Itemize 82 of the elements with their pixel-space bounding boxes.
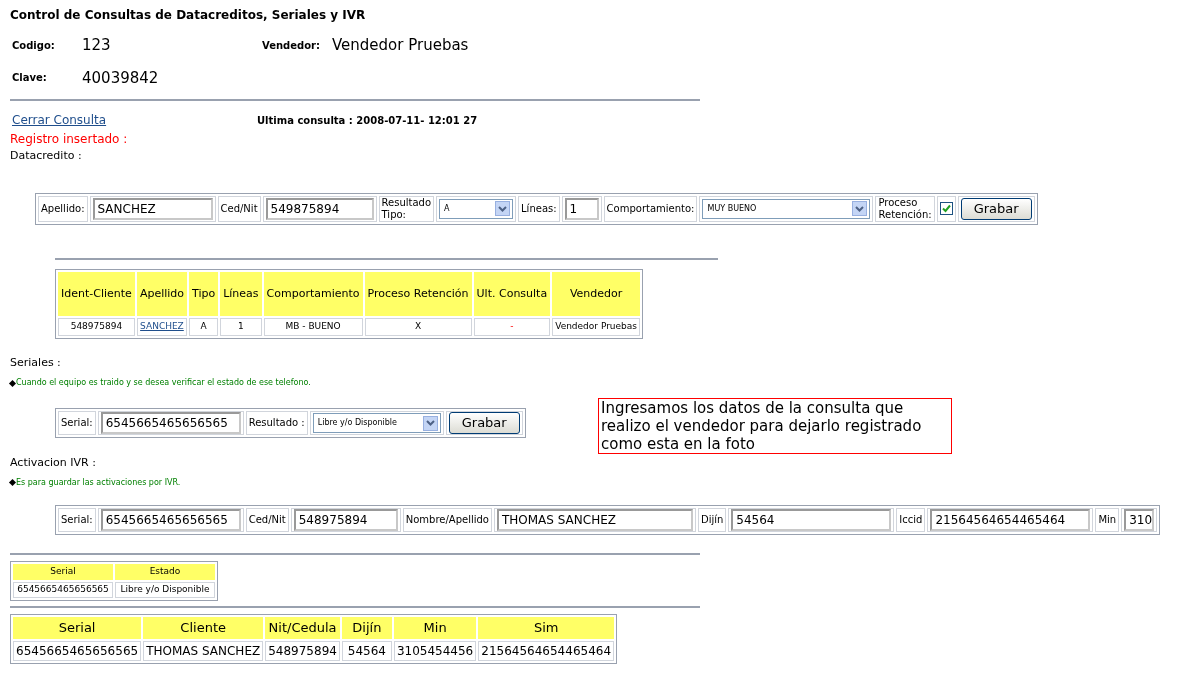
field-label: Ced/Nit xyxy=(220,202,258,215)
column-header: Serial xyxy=(13,563,113,580)
table-cell: 548975894 xyxy=(70,320,123,331)
column-header: Vendedor xyxy=(552,271,641,316)
dropdown[interactable]: MUY BUENO xyxy=(702,198,871,219)
checkbox[interactable] xyxy=(939,202,953,215)
input-field[interactable]: 548975894 xyxy=(293,508,398,531)
column-header: Líneas xyxy=(220,271,262,316)
callout-note: Ingresamos los datos de la consulta que realizo el vendedor para dejarlo registrado como esta en la foto xyxy=(598,398,952,454)
table-cell: 54564 xyxy=(347,643,386,658)
field-label: Resultado Tipo: xyxy=(381,196,432,221)
status-message: Registro insertado : xyxy=(10,131,129,148)
table-cell: 548975894 xyxy=(268,643,337,658)
field-value: Vendedor Pruebas xyxy=(332,35,470,56)
input-field[interactable]: 54564 xyxy=(731,508,892,531)
bullet-icon xyxy=(8,379,17,387)
column-header: Sim xyxy=(478,616,615,639)
column-header: Comportamiento xyxy=(263,271,363,316)
note-text: Cuando el equipo es traido y se desea verificar el estado de ese telefono. xyxy=(16,377,311,389)
field-value: 123 xyxy=(82,35,112,56)
table-cell: 6545665465656565 xyxy=(16,643,139,658)
column-header: Tipo xyxy=(189,271,219,316)
section-heading: Datacredito : xyxy=(10,148,83,164)
field-label: Serial: xyxy=(61,417,93,429)
column-header: Apellido xyxy=(136,271,188,316)
column-header: Ident-Cliente xyxy=(58,271,135,316)
table-cell: - xyxy=(510,320,514,331)
field-label: Líneas: xyxy=(521,202,557,215)
input-field[interactable]: 21564564654465464 xyxy=(930,508,1091,531)
table-cell: A xyxy=(200,320,207,331)
table-cell: Libre y/o Disponible xyxy=(120,583,210,594)
column-header: Dijín xyxy=(341,616,392,639)
caret-icon xyxy=(422,415,438,431)
input-field[interactable]: 6545665465656565 xyxy=(100,508,241,531)
field-label: Clave: xyxy=(12,71,48,86)
column-header: Cliente xyxy=(143,616,264,639)
field-label: Ced/Nit xyxy=(248,513,286,526)
table-cell: MB - BUENO xyxy=(285,320,341,331)
field-label: Iccid xyxy=(899,513,923,526)
section-heading: Activacion IVR : xyxy=(10,455,97,471)
column-header: Proceso Retención xyxy=(364,271,472,316)
caret-icon xyxy=(852,201,868,216)
field-label: Comportamiento: xyxy=(606,202,695,215)
input-field[interactable]: 549875894 xyxy=(265,197,374,220)
table-cell: 21564564654465464 xyxy=(481,643,612,658)
field-value: 40039842 xyxy=(82,67,160,89)
input-field[interactable]: 1 xyxy=(564,197,599,220)
bullet-icon xyxy=(8,478,17,487)
field-label: Codigo: xyxy=(12,38,56,53)
column-header: Serial xyxy=(13,616,142,639)
table-cell: 6545665465656565 xyxy=(17,583,109,594)
table-cell: X xyxy=(414,320,422,331)
last-query-text: Ultima consulta : 2008-07-11- 12:01 27 xyxy=(257,113,478,128)
table-cell: THOMAS SANCHEZ xyxy=(146,643,261,658)
column-header: Ult. Consulta xyxy=(473,271,551,316)
field-label: Proceso Retención: xyxy=(878,196,932,221)
save-button[interactable]: Grabar xyxy=(448,412,520,434)
input-field[interactable]: SANCHEZ xyxy=(92,197,213,220)
caret-icon xyxy=(495,201,511,216)
input-field[interactable]: 310 xyxy=(1124,508,1155,531)
table-cell: Vendedor Pruebas xyxy=(555,320,638,331)
note-text: Es para guardar las activaciones por IVR. xyxy=(16,476,181,489)
field-label: Dijín xyxy=(700,513,724,526)
page-title: Control de Consultas de Datacreditos, Seriales y IVR xyxy=(10,7,367,24)
column-header: Estado xyxy=(115,563,215,580)
field-label: Serial: xyxy=(61,513,93,526)
table-cell: 1 xyxy=(238,320,244,331)
table-cell: 3105454456 xyxy=(396,643,474,658)
field-label: Apellido: xyxy=(41,202,85,215)
field-label: Resultado : xyxy=(248,417,305,429)
dropdown[interactable]: Libre y/o Disponible xyxy=(312,413,441,433)
field-label: Min xyxy=(1098,513,1117,526)
section-heading: Seriales : xyxy=(10,354,62,371)
close-query-link[interactable]: Cerrar Consulta xyxy=(12,111,257,129)
field-label: Nombre/Apellido xyxy=(405,513,489,526)
save-button[interactable]: Grabar xyxy=(960,197,1032,220)
input-field[interactable]: 6545665465656565 xyxy=(100,412,241,434)
input-field[interactable]: THOMAS SANCHEZ xyxy=(496,508,693,531)
dropdown[interactable]: A xyxy=(439,198,514,219)
column-header: Nit/Cedula xyxy=(265,616,340,639)
field-label: Vendedor: xyxy=(262,38,321,53)
column-header: Min xyxy=(393,616,477,639)
